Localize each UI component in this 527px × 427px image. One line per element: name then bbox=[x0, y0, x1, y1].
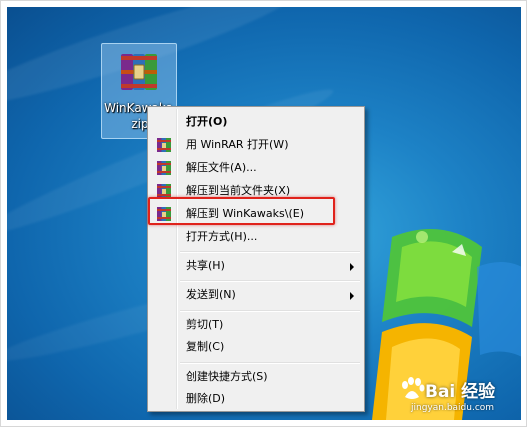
menu-item-create-shortcut[interactable]: 创建快捷方式(S) bbox=[150, 366, 362, 388]
watermark-brand: Bai 经验 bbox=[425, 382, 496, 402]
winrar-archive-icon bbox=[121, 54, 157, 90]
menu-item-label: 删除(D) bbox=[186, 392, 226, 405]
menu-separator bbox=[180, 280, 360, 282]
menu-item-label: 共享(H) bbox=[186, 259, 225, 272]
watermark-url: jingyan.baidu.com bbox=[411, 403, 495, 413]
winrar-icon bbox=[157, 138, 171, 152]
menu-item-label: 打开(O) bbox=[186, 115, 228, 128]
menu-item-label: 解压文件(A)... bbox=[186, 161, 257, 174]
menu-separator bbox=[180, 362, 360, 364]
menu-item-label: 打开方式(H)... bbox=[186, 230, 258, 243]
menu-item-label: 创建快捷方式(S) bbox=[186, 370, 268, 383]
baidu-jingyan-watermark: Bai 经验 jingyan.baidu.com bbox=[397, 375, 521, 419]
menu-separator bbox=[180, 251, 360, 253]
menu-item-open[interactable]: 打开(O) bbox=[150, 111, 362, 133]
menu-item-copy[interactable]: 复制(C) bbox=[150, 336, 362, 358]
menu-item-share[interactable]: 共享(H) bbox=[150, 255, 362, 277]
menu-item-open-with[interactable]: 打开方式(H)... bbox=[150, 226, 362, 248]
menu-item-cut[interactable]: 剪切(T) bbox=[150, 314, 362, 336]
menu-item-open-with-winrar[interactable]: 用 WinRAR 打开(W) bbox=[150, 134, 362, 156]
highlight-box bbox=[148, 197, 335, 225]
baidu-paw-icon bbox=[402, 377, 425, 399]
screenshot-frame: WinKawaks. zip Bai 经验 jingyan.baidu.com … bbox=[0, 0, 527, 427]
context-menu: 打开(O) 用 WinRAR 打开(W) 解压文件(A)... 解压到当前文件夹… bbox=[147, 106, 365, 412]
winrar-icon bbox=[157, 161, 171, 175]
submenu-arrow-icon bbox=[350, 263, 354, 271]
menu-item-label: 剪切(T) bbox=[186, 318, 224, 331]
submenu-arrow-icon bbox=[350, 292, 354, 300]
menu-item-label: 复制(C) bbox=[186, 340, 225, 353]
menu-item-extract-files[interactable]: 解压文件(A)... bbox=[150, 157, 362, 179]
menu-item-label: 用 WinRAR 打开(W) bbox=[186, 138, 289, 151]
menu-separator bbox=[180, 310, 360, 312]
menu-item-label: 发送到(N) bbox=[186, 288, 236, 301]
menu-item-send-to[interactable]: 发送到(N) bbox=[150, 284, 362, 306]
menu-item-delete[interactable]: 删除(D) bbox=[150, 388, 362, 410]
